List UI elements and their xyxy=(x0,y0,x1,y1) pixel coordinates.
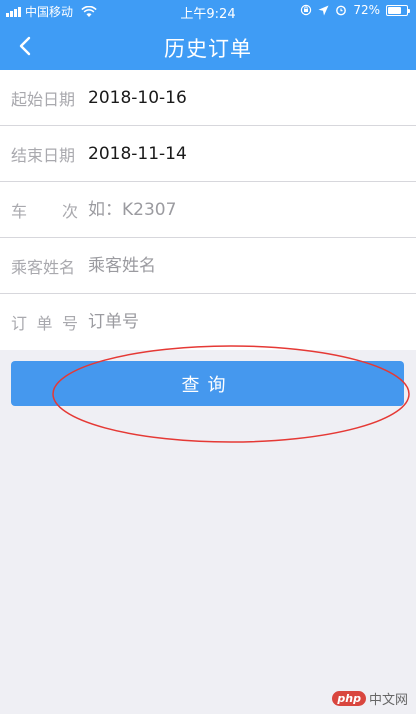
carrier-name: 中国移动 xyxy=(25,5,74,19)
query-button[interactable]: 查询 xyxy=(11,361,404,406)
orientation-lock-icon xyxy=(301,4,312,16)
end-date-input[interactable] xyxy=(88,126,416,181)
start-date-label: 起始日期 xyxy=(11,89,76,109)
status-right: 72% xyxy=(300,3,410,17)
watermark: php 中文网 xyxy=(332,689,408,708)
signal-icon xyxy=(6,6,21,17)
end-date-label: 结束日期 xyxy=(11,145,76,165)
train-number-input[interactable] xyxy=(88,182,416,237)
battery-level xyxy=(388,6,401,14)
battery-icon xyxy=(386,4,410,16)
train-number-label: 车 次 xyxy=(0,198,88,222)
location-icon xyxy=(318,5,329,15)
order-number-label-char-3: 号 xyxy=(61,314,78,333)
watermark-logo: php xyxy=(332,691,366,706)
nav-bar: 历史订单 xyxy=(0,22,416,70)
watermark-text: 中文网 xyxy=(368,693,408,708)
app-header: 中国移动 上午9:24 72% 历史订单 xyxy=(0,0,416,70)
end-date-row: 结束日期 xyxy=(0,126,416,182)
order-number-label-char-2: 单 xyxy=(36,314,53,333)
start-date-input[interactable] xyxy=(88,70,416,125)
passenger-name-row: 乘客姓名 xyxy=(0,238,416,294)
wifi-icon xyxy=(81,5,97,17)
page-title: 历史订单 xyxy=(164,37,252,61)
train-number-row: 车 次 xyxy=(0,182,416,238)
battery-percent: 72% xyxy=(353,3,380,17)
train-number-label-char-1: 车 xyxy=(11,201,28,221)
start-date-row: 起始日期 xyxy=(0,70,416,126)
alarm-icon xyxy=(336,5,347,16)
order-number-input[interactable] xyxy=(88,294,416,350)
order-number-label-char-1: 订 xyxy=(11,314,28,333)
passenger-name-label: 乘客姓名 xyxy=(11,257,76,277)
train-number-label-char-2: 次 xyxy=(61,201,78,221)
status-left: 中国移动 xyxy=(6,3,97,20)
chevron-left-icon[interactable] xyxy=(12,32,40,60)
order-number-label: 订 单 号 xyxy=(0,310,88,334)
passenger-name-input[interactable] xyxy=(88,238,416,293)
order-number-row: 订 单 号 xyxy=(0,294,416,350)
status-bar: 中国移动 上午9:24 72% xyxy=(0,0,416,22)
search-form: 起始日期 结束日期 车 次 乘客姓名 订 单 号 xyxy=(0,70,416,350)
